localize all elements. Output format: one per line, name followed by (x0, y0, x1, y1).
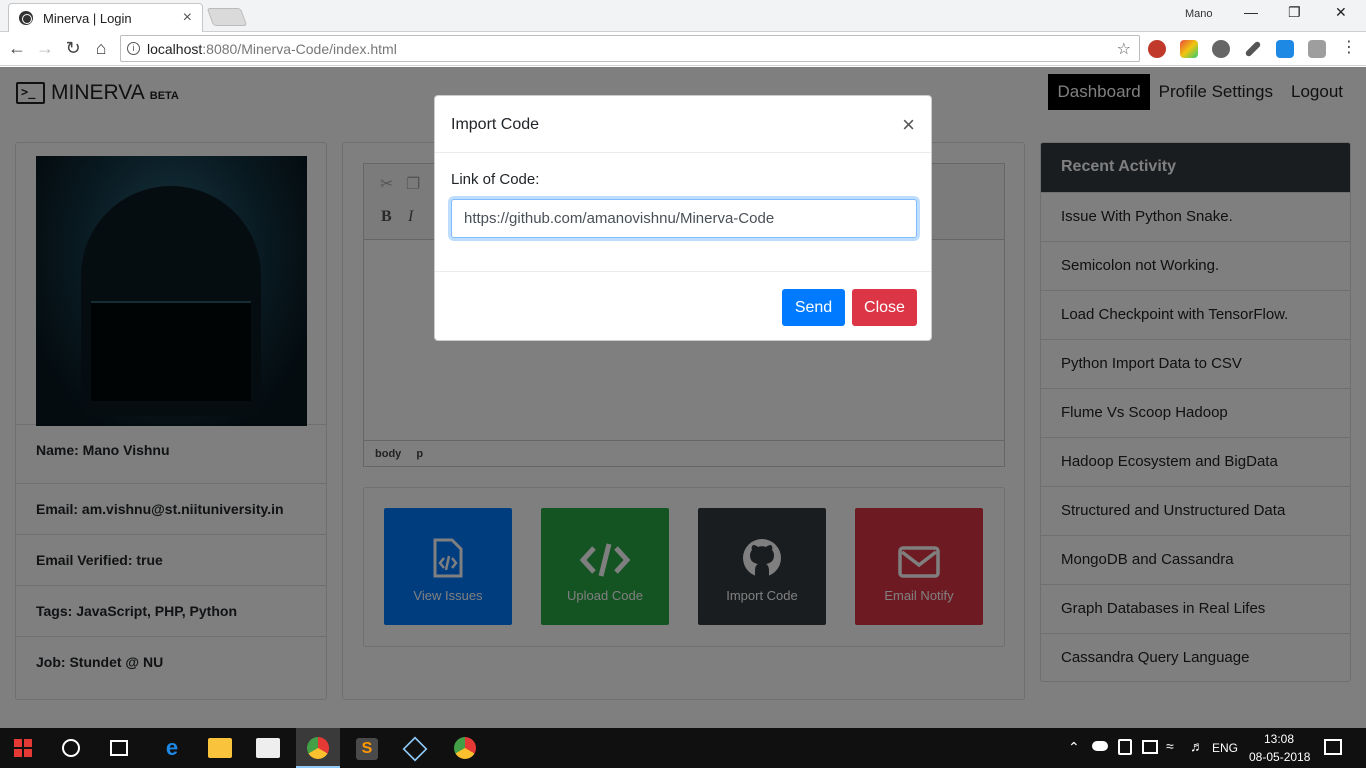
url-input[interactable]: i localhost:8080/Minerva-Code/index.html… (120, 35, 1140, 62)
window-user-label: Mano (1185, 8, 1213, 20)
tab-title: Minerva | Login (43, 10, 132, 26)
task-view-icon[interactable] (110, 740, 128, 756)
tray-expand-icon[interactable]: ⌃ (1068, 739, 1080, 756)
browser-tab[interactable]: Minerva | Login × (8, 3, 203, 32)
sublime-text-icon[interactable]: S (356, 738, 378, 760)
restore-icon[interactable]: ❐ (1288, 4, 1301, 21)
minimize-icon[interactable]: — (1244, 4, 1258, 20)
url-path: :8080/Minerva-Code/index.html (202, 40, 397, 57)
wifi-icon[interactable]: ≈ (1166, 738, 1174, 754)
store-icon[interactable] (256, 738, 280, 758)
url-host: localhost (147, 40, 203, 57)
link-of-code-label: Link of Code: (451, 171, 540, 188)
browser-tabbar: Minerva | Login × Mano — ❐ ✕ (0, 0, 1366, 32)
modal-body: Link of Code: (435, 153, 931, 272)
battery-icon[interactable] (1142, 740, 1158, 754)
extension-colorful-icon[interactable] (1180, 40, 1198, 58)
home-icon[interactable]: ⌂ (90, 37, 112, 59)
clock-date[interactable]: 08-05-2018 (1249, 750, 1310, 764)
file-explorer-icon[interactable] (208, 738, 232, 758)
extension-gray-icon[interactable] (1308, 40, 1326, 58)
modal-footer: Send Close (435, 272, 931, 340)
chrome-icon-2[interactable] (454, 737, 476, 759)
modal-header: Import Code × (435, 96, 931, 153)
volume-icon[interactable]: ♬ (1190, 738, 1204, 754)
globe-icon (19, 11, 33, 25)
virtualbox-icon[interactable] (402, 736, 428, 762)
tab-close-icon[interactable]: × (183, 9, 192, 27)
language-indicator[interactable]: ENG (1212, 741, 1238, 755)
extension-bird-icon[interactable] (1212, 40, 1230, 58)
modal-close-icon[interactable]: × (902, 114, 915, 136)
browser-menu-icon[interactable]: ⋮ (1338, 37, 1360, 59)
chrome-icon[interactable] (307, 737, 329, 759)
reload-icon[interactable]: ↻ (62, 37, 84, 59)
code-link-input[interactable] (451, 199, 917, 238)
cortana-icon[interactable] (62, 739, 80, 757)
browser-addressbar: ← → ↻ ⌂ i localhost:8080/Minerva-Code/in… (0, 32, 1366, 66)
window-close-icon[interactable]: ✕ (1335, 4, 1347, 21)
windows-start-icon[interactable] (14, 739, 32, 757)
back-icon[interactable]: ← (6, 37, 28, 59)
adblock-icon[interactable] (1148, 40, 1166, 58)
new-tab-button[interactable] (206, 8, 248, 26)
onedrive-icon[interactable] (1092, 741, 1108, 751)
security-icon[interactable] (1118, 739, 1132, 755)
bookmark-star-icon[interactable]: ☆ (1117, 39, 1131, 59)
modal-title: Import Code (451, 116, 540, 133)
os-taskbar: e S ⌃ ≈ ♬ ENG 13:08 08-05-2018 (0, 728, 1366, 768)
edge-icon[interactable]: e (160, 736, 184, 760)
info-icon[interactable]: i (127, 42, 140, 55)
close-button[interactable]: Close (852, 289, 917, 326)
eyedropper-icon[interactable] (1244, 40, 1262, 58)
action-center-icon[interactable] (1324, 739, 1342, 755)
send-button[interactable]: Send (782, 289, 845, 326)
extension-blue-icon[interactable] (1276, 40, 1294, 58)
import-code-modal: Import Code × Link of Code: Send Close (434, 95, 932, 341)
forward-icon[interactable]: → (34, 37, 56, 59)
page-content: >_ MINERVA BETA Dashboard Profile Settin… (0, 67, 1366, 728)
clock-time[interactable]: 13:08 (1264, 732, 1294, 746)
